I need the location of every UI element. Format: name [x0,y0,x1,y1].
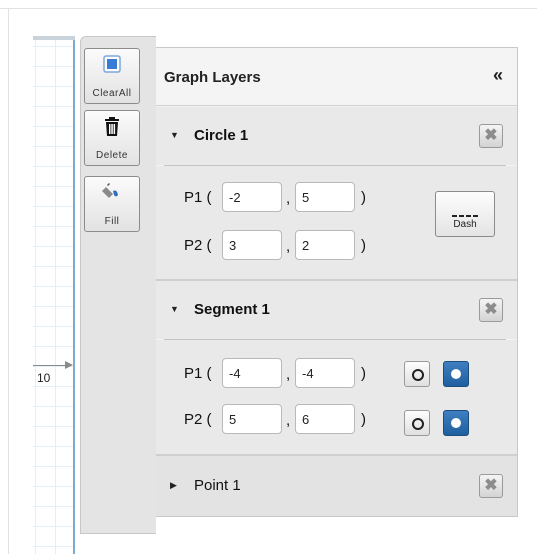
trash-icon [105,117,119,136]
delete-segment-button[interactable]: ✖ [479,298,503,322]
layer-point-header[interactable]: ▶ Point 1 ✖ [156,456,517,516]
layer-circle-body: P1 ( , ) P2 ( , ) Dash [156,166,517,279]
comma: , [286,366,291,383]
collapse-panel-button[interactable]: « [493,65,503,86]
panel-header: Graph Layers « [156,48,517,106]
clear-all-button[interactable]: ClearAll [84,48,140,104]
comma: , [286,190,291,207]
axis-tick-label: 10 [37,371,51,385]
left-border [8,8,9,554]
delete-point-button[interactable]: ✖ [479,474,503,498]
p2-closed-endpoint-button[interactable] [443,410,469,436]
clear-all-icon [103,55,121,73]
p2-label: P2 ( [184,411,212,428]
fill-button[interactable]: Fill [84,176,140,232]
panel-title: Graph Layers [164,69,261,86]
layer-circle-title: Circle 1 [194,127,249,144]
delete-button[interactable]: Delete [84,110,140,166]
paren-close: ) [361,189,366,206]
layer-segment-title: Segment 1 [194,301,270,318]
circle-p1-y-input[interactable] [295,182,355,212]
tool-strip: ClearAll Delete Fill [80,36,156,534]
circle-p2-x-input[interactable] [222,230,282,260]
layer-circle-header[interactable]: ▼ Circle 1 ✖ [156,107,517,165]
layer-segment-body: P1 ( , ) P2 ( , ) [156,340,517,454]
comma: , [286,238,291,255]
graph-right-border [73,40,75,554]
p2-open-endpoint-button[interactable] [404,410,430,436]
paren-close: ) [361,411,366,428]
clear-all-label: ClearAll [92,88,132,99]
circle-p2-y-input[interactable] [295,230,355,260]
delete-label: Delete [96,150,128,161]
caret-down-icon: ▼ [170,130,179,140]
segment-p1-row: P1 ( , ) [156,358,517,390]
x-axis-arrow-icon [65,361,73,369]
segment-p1-y-input[interactable] [295,358,355,388]
dash-label: Dash [453,219,477,230]
layer-segment-header[interactable]: ▼ Segment 1 ✖ [156,281,517,339]
segment-p1-x-input[interactable] [222,358,282,388]
p1-label: P1 ( [184,365,212,382]
fill-label: Fill [104,216,120,227]
paint-bucket-icon [102,183,118,198]
x-axis [33,365,67,366]
comma: , [286,412,291,429]
segment-p2-row: P2 ( , ) [156,404,517,436]
p1-open-endpoint-button[interactable] [404,361,430,387]
dash-style-button[interactable]: Dash [435,191,495,237]
paren-close: ) [361,237,366,254]
top-border [0,8,537,9]
graph-top-bar [33,36,75,40]
segment-p2-y-input[interactable] [295,404,355,434]
p1-closed-endpoint-button[interactable] [443,361,469,387]
caret-right-icon: ▶ [170,480,177,490]
p2-label: P2 ( [184,237,212,254]
paren-close: ) [361,365,366,382]
segment-p2-x-input[interactable] [222,404,282,434]
circle-p1-x-input[interactable] [222,182,282,212]
p1-label: P1 ( [184,189,212,206]
graph-layers-panel: Graph Layers « ▼ Circle 1 ✖ P1 ( , ) P2 … [156,47,518,517]
layer-point-title: Point 1 [194,477,241,494]
graph-canvas[interactable]: 10 [33,36,75,554]
dash-icon [436,204,494,217]
caret-down-icon: ▼ [170,304,179,314]
delete-circle-button[interactable]: ✖ [479,124,503,148]
